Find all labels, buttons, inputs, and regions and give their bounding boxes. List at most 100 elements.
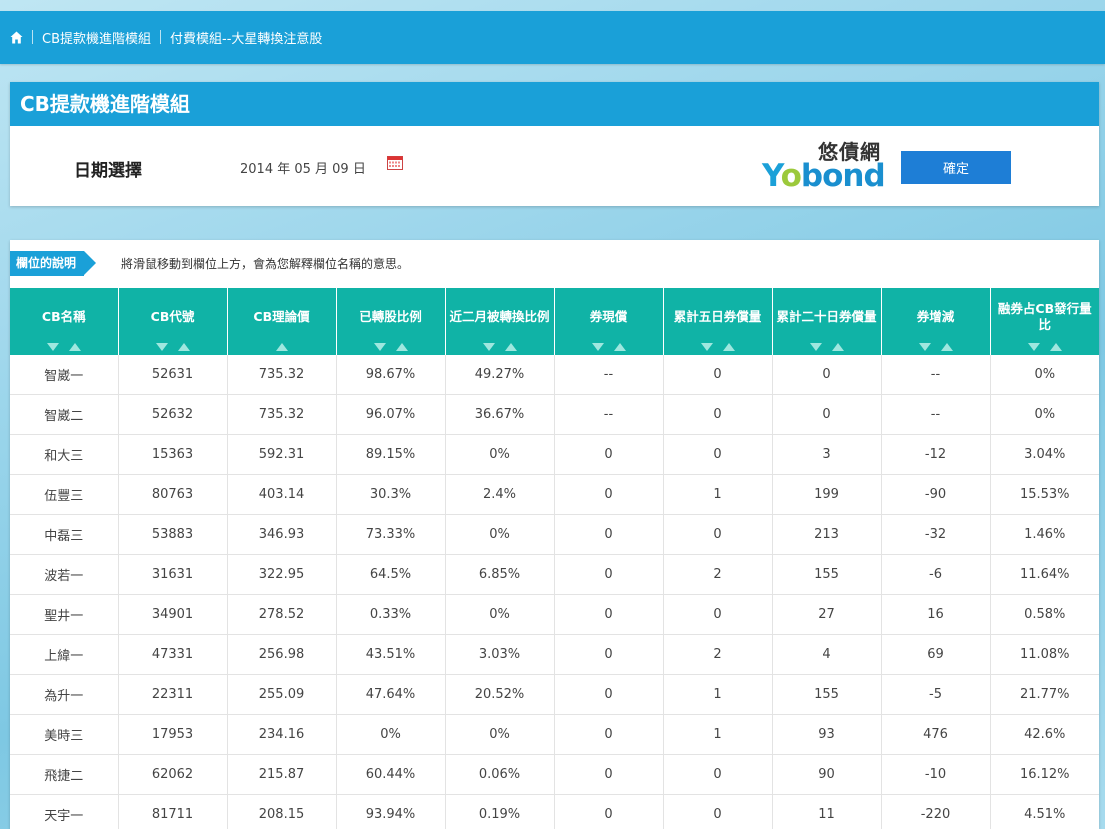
cell-20d-repay: 27: [772, 594, 882, 635]
cell-2m-converted-ratio: 36.67%: [445, 394, 555, 435]
cell-short-change: -5: [881, 674, 991, 715]
cell-cb-code: 31631: [118, 554, 228, 595]
column-help-row: 欄位的說明 將滑鼠移動到欄位上方，會為您解釋欄位名稱的意思。: [10, 251, 1099, 276]
breadcrumb-item-current[interactable]: 付費模組--大星轉換注意股: [170, 28, 322, 47]
breadcrumb: CB提款機進階模組 付費模組--大星轉換注意股: [10, 27, 322, 47]
cell-2m-converted-ratio: 0.06%: [445, 754, 555, 795]
sort-ascending-icon[interactable]: [722, 343, 735, 351]
cell-converted-ratio: 89.15%: [336, 434, 446, 475]
header-col-cb-code[interactable]: CB代號: [118, 288, 228, 355]
table-row: 為升一 22311 255.09 47.64% 20.52% 0 1 155 -5 21.77%: [10, 674, 1099, 715]
sort-ascending-icon[interactable]: [1049, 343, 1062, 351]
cell-2m-converted-ratio: 20.52%: [445, 674, 555, 715]
header-col-2m-converted-ratio[interactable]: 近二月被轉換比例: [445, 288, 555, 355]
cell-short-ratio: 15.53%: [990, 474, 1099, 515]
sort-descending-icon[interactable]: [155, 343, 168, 351]
cell-short-change: -10: [881, 754, 991, 795]
table-row: 和大三 15363 592.31 89.15% 0% 0 0 3 -12 3.04%: [10, 434, 1099, 475]
breadcrumb-separator: [32, 30, 33, 44]
cell-2m-converted-ratio: 0%: [445, 434, 555, 475]
table-row: 上緯一 47331 256.98 43.51% 3.03% 0 2 4 69 11.08%: [10, 634, 1099, 675]
cell-short-change: -90: [881, 474, 991, 515]
sort-ascending-icon[interactable]: [940, 343, 953, 351]
header-col-short-ratio[interactable]: 融券占CB發行量比: [990, 288, 1099, 355]
cell-short-ratio: 4.51%: [990, 794, 1099, 829]
cell-cb-code: 52631: [118, 355, 228, 395]
cell-short-ratio: 11.08%: [990, 634, 1099, 675]
cell-5d-repay: 0: [663, 594, 773, 635]
cell-short-change: 16: [881, 594, 991, 635]
breadcrumb-separator: [160, 30, 161, 44]
header-label: 融券占CB發行量比: [997, 300, 1092, 332]
sort-ascending-icon[interactable]: [68, 343, 81, 351]
cell-cash-repay: 0: [554, 794, 664, 829]
cell-cb-name: 飛捷二: [10, 754, 119, 795]
sort-descending-icon[interactable]: [591, 343, 604, 351]
cell-short-change: -6: [881, 554, 991, 595]
cell-20d-repay: 4: [772, 634, 882, 675]
cell-short-ratio: 0.58%: [990, 594, 1099, 635]
header-col-cb-theory-price[interactable]: CB理論價: [227, 288, 337, 355]
cell-cb-theory-price: 256.98: [227, 634, 337, 675]
cell-converted-ratio: 30.3%: [336, 474, 446, 515]
cell-cb-theory-price: 403.14: [227, 474, 337, 515]
cell-cash-repay: 0: [554, 474, 664, 515]
header-col-converted-ratio[interactable]: 已轉股比例: [336, 288, 446, 355]
sort-descending-icon[interactable]: [809, 343, 822, 351]
header-label: 累計五日券償量: [673, 308, 762, 324]
sort-descending-icon[interactable]: [373, 343, 386, 351]
sort-descending-icon[interactable]: [46, 343, 59, 351]
sort-ascending-icon[interactable]: [831, 343, 844, 351]
header-col-5d-repay[interactable]: 累計五日券償量: [663, 288, 773, 355]
cell-cb-name: 聖井一: [10, 594, 119, 635]
cell-cash-repay: 0: [554, 754, 664, 795]
sort-descending-icon[interactable]: [700, 343, 713, 351]
cell-cb-theory-price: 215.87: [227, 754, 337, 795]
cell-cb-theory-price: 735.32: [227, 355, 337, 395]
breadcrumb-item-module[interactable]: CB提款機進階模組: [42, 28, 151, 47]
header-col-cash-repay[interactable]: 券現償: [554, 288, 664, 355]
cell-cb-name: 為升一: [10, 674, 119, 715]
date-value[interactable]: 2014 年 05 月 09 日: [240, 158, 366, 177]
cell-2m-converted-ratio: 0%: [445, 594, 555, 635]
cell-5d-repay: 0: [663, 514, 773, 555]
cell-short-ratio: 3.04%: [990, 434, 1099, 475]
cell-short-ratio: 42.6%: [990, 714, 1099, 755]
cell-cb-code: 15363: [118, 434, 228, 475]
header-col-20d-repay[interactable]: 累計二十日券償量: [772, 288, 882, 355]
cell-short-change: -12: [881, 434, 991, 475]
cell-cash-repay: --: [554, 355, 664, 395]
header-label: CB名稱: [41, 308, 86, 324]
cell-converted-ratio: 98.67%: [336, 355, 446, 395]
sort-descending-icon[interactable]: [1027, 343, 1040, 351]
sort-descending-icon[interactable]: [918, 343, 931, 351]
header-col-short-change[interactable]: 券增減: [881, 288, 991, 355]
cell-cb-name: 智崴二: [10, 394, 119, 435]
sort-ascending-icon[interactable]: [504, 343, 517, 351]
sort-descending-icon[interactable]: [482, 343, 495, 351]
sort-ascending-icon[interactable]: [275, 343, 288, 351]
yobond-logo: 悠債網 Yobond: [762, 140, 886, 194]
cell-cb-theory-price: 208.15: [227, 794, 337, 829]
calendar-icon[interactable]: [387, 156, 403, 170]
cell-2m-converted-ratio: 49.27%: [445, 355, 555, 395]
results-panel: 欄位的說明 將滑鼠移動到欄位上方，會為您解釋欄位名稱的意思。 CB名稱 CB代號 C…: [10, 240, 1099, 829]
table-row: 波若一 31631 322.95 64.5% 6.85% 0 2 155 -6 11.64%: [10, 554, 1099, 595]
sort-ascending-icon[interactable]: [395, 343, 408, 351]
cell-5d-repay: 2: [663, 634, 773, 675]
home-icon[interactable]: [10, 31, 23, 44]
cell-5d-repay: 1: [663, 714, 773, 755]
confirm-button[interactable]: 確定: [901, 151, 1011, 184]
cell-cash-repay: 0: [554, 674, 664, 715]
cell-cb-theory-price: 234.16: [227, 714, 337, 755]
sort-ascending-icon[interactable]: [613, 343, 626, 351]
cb-table: CB名稱 CB代號 CB理論價 已轉股比例 近二月被轉換比例 券現償 累計五日券償量 累計二十…: [10, 288, 1099, 829]
cell-cash-repay: 0: [554, 434, 664, 475]
header-col-cb-name[interactable]: CB名稱: [10, 288, 119, 355]
table-row: 智崴一 52631 735.32 98.67% 49.27% -- 0 0 -- 0%: [10, 355, 1099, 395]
cell-cash-repay: 0: [554, 554, 664, 595]
cell-cb-name: 波若一: [10, 554, 119, 595]
cell-short-change: 69: [881, 634, 991, 675]
sort-ascending-icon[interactable]: [177, 343, 190, 351]
cell-cb-theory-price: 592.31: [227, 434, 337, 475]
